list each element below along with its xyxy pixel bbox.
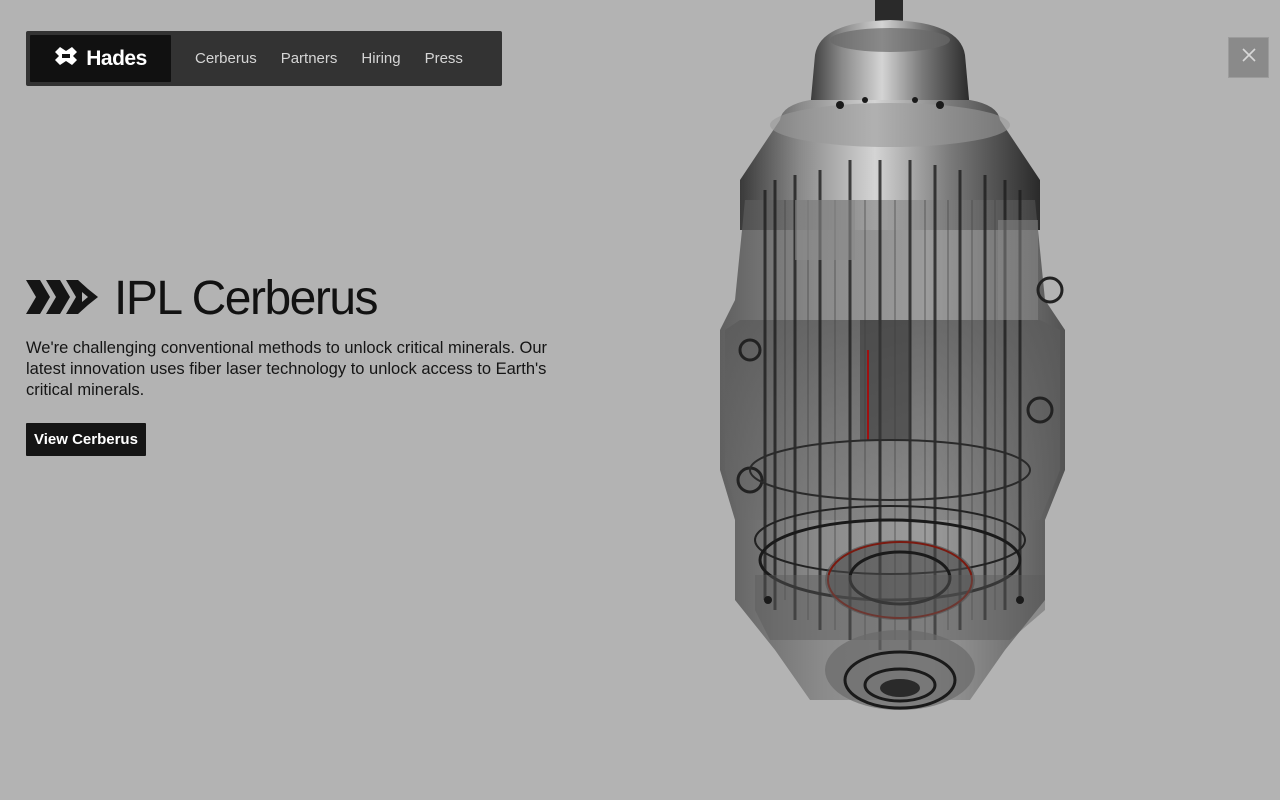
hades-logo-icon — [54, 46, 78, 71]
nav-link-hiring[interactable]: Hiring — [361, 50, 400, 67]
cerberus-drill-image — [720, 0, 1100, 730]
nav-links: Cerberus Partners Hiring Press — [195, 31, 463, 86]
hero-title-row: IPL Cerberus — [26, 272, 586, 326]
nav-link-press[interactable]: Press — [425, 50, 463, 67]
hero-description: We're challenging conventional methods t… — [26, 339, 548, 399]
close-icon — [1241, 48, 1256, 67]
brand-home-link[interactable]: Hades — [30, 35, 171, 82]
nav-link-partners[interactable]: Partners — [281, 50, 338, 67]
top-nav: Hades Cerberus Partners Hiring Press — [26, 31, 502, 86]
hero-section: IPL Cerberus We're challenging conventio… — [26, 272, 586, 456]
view-cerberus-button[interactable]: View Cerberus — [26, 423, 146, 456]
brand-name: Hades — [86, 46, 147, 70]
close-button[interactable] — [1228, 37, 1269, 78]
page: Hades Cerberus Partners Hiring Press IPL… — [0, 0, 1280, 800]
nav-link-cerberus[interactable]: Cerberus — [195, 50, 257, 67]
page-title: IPL Cerberus — [114, 272, 379, 325]
ipl-logo-icon — [26, 279, 98, 319]
